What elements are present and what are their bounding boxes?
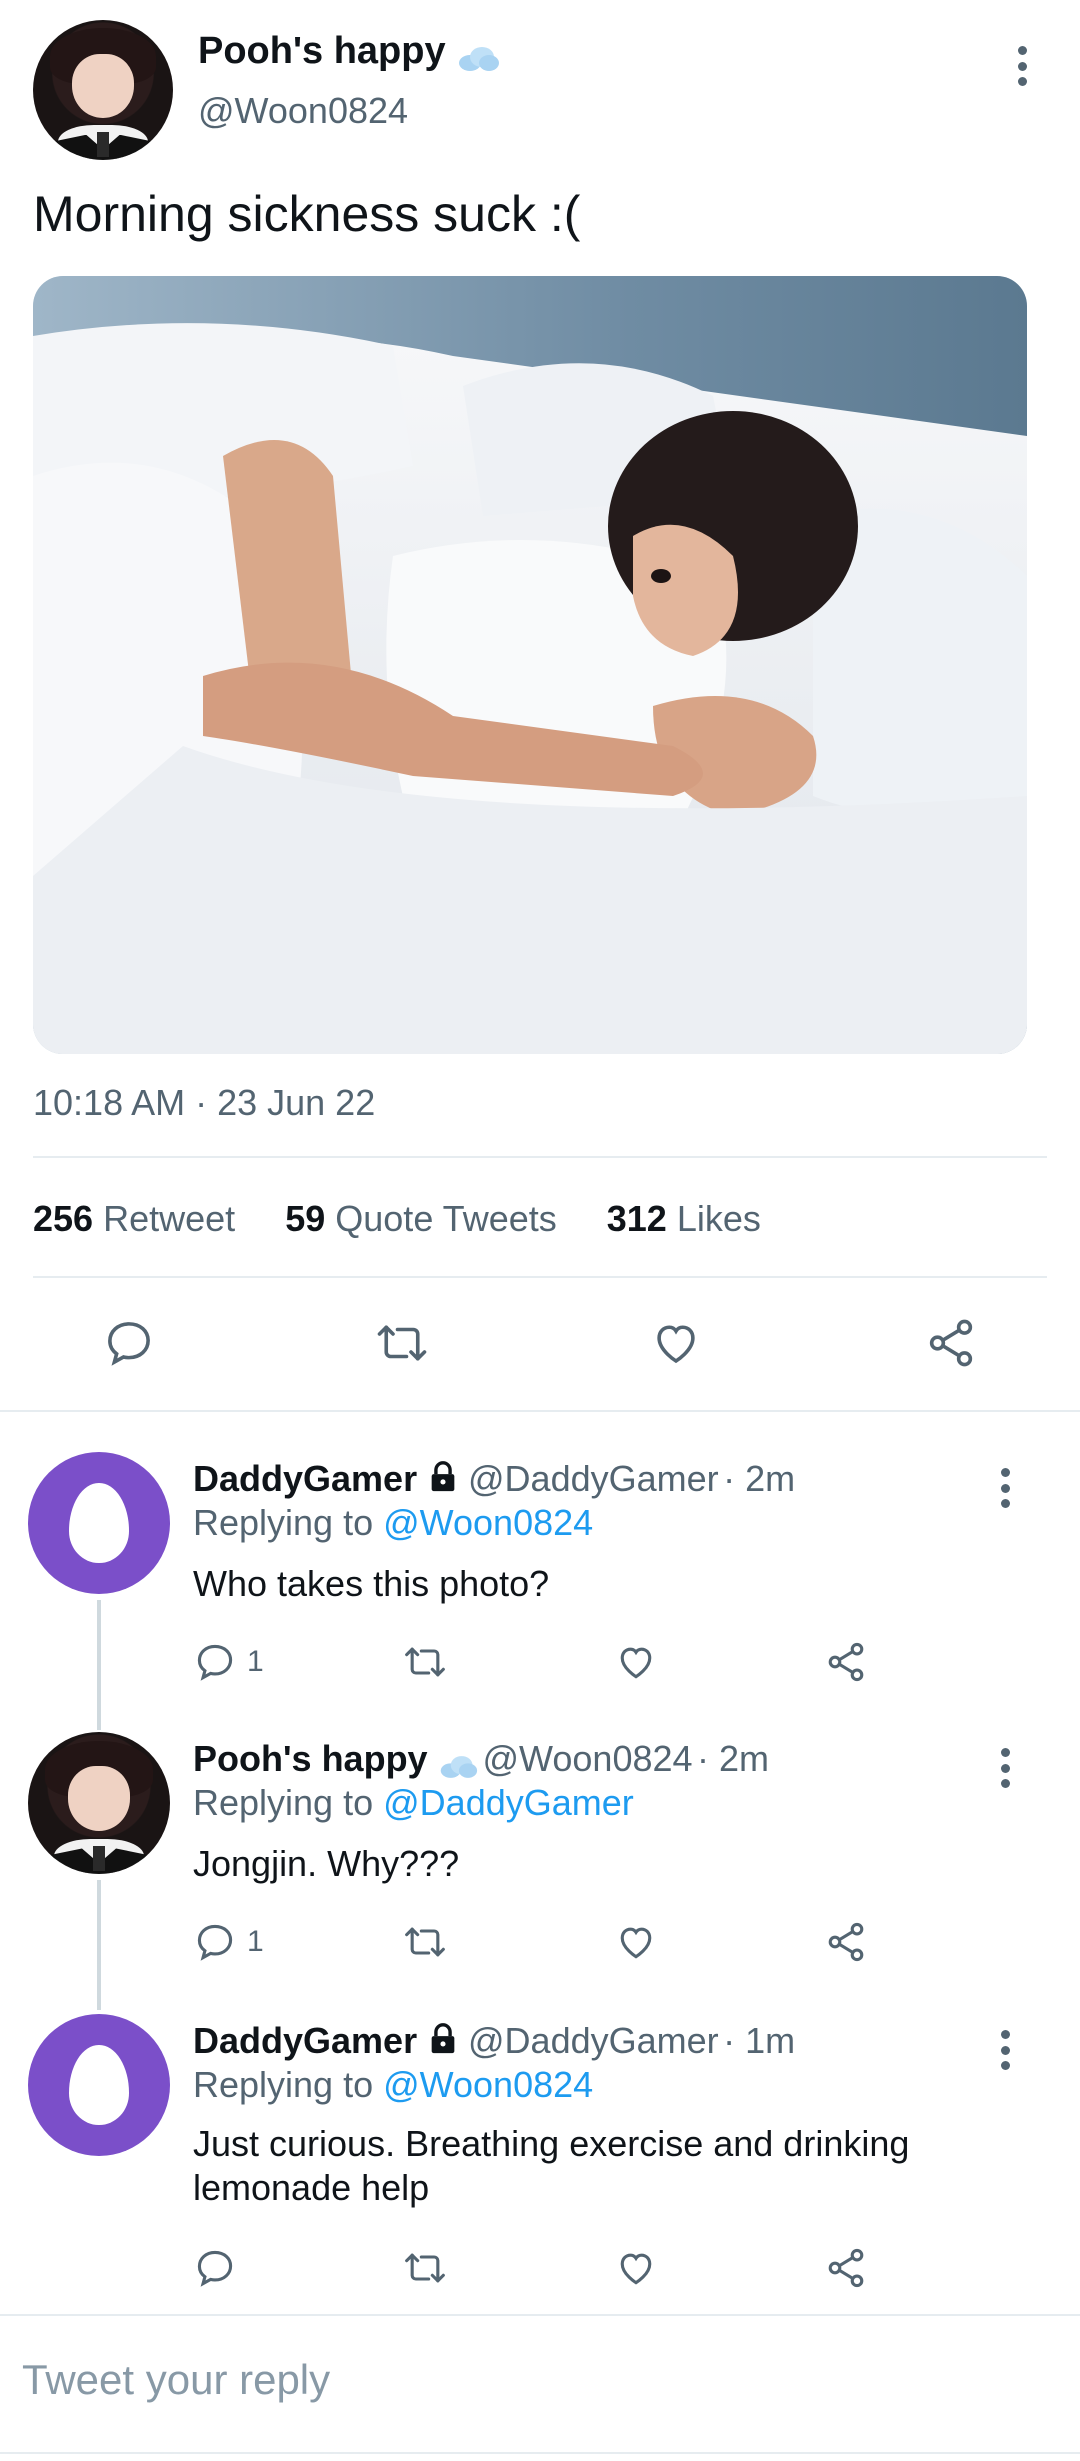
retweets-stat[interactable]: 256 Retweet <box>33 1198 235 1239</box>
reply-author-name[interactable]: Pooh's happy <box>193 1738 428 1779</box>
more-options-icon[interactable] <box>1002 36 1042 96</box>
divider <box>33 1276 1047 1278</box>
reply-text: Who takes this photo? <box>193 1563 550 1604</box>
reply-text-line: lemonade help <box>193 2167 430 2208</box>
replying-to-link[interactable]: @Woon0824 <box>383 1502 593 1543</box>
tweet-photo[interactable] <box>33 276 1027 1054</box>
reply-count: 1 <box>247 1645 264 1678</box>
author-name[interactable]: Pooh's happy <box>198 30 446 72</box>
replying-to-link[interactable]: @DaddyGamer <box>383 1782 634 1823</box>
cloud-icon <box>456 46 500 72</box>
reply-icon <box>193 1640 237 1684</box>
retweet-icon[interactable] <box>402 2246 448 2290</box>
tweet-timestamp[interactable]: 10:18 AM · 23 Jun 22 <box>33 1082 375 1124</box>
reply-time: · 1m <box>723 2020 796 2061</box>
more-options-icon[interactable] <box>985 1738 1025 1798</box>
replying-to: Replying to @Woon0824 <box>193 1502 594 1543</box>
reply-icon[interactable] <box>102 1316 156 1370</box>
more-options-icon[interactable] <box>985 2020 1025 2080</box>
reply-author-name[interactable]: DaddyGamer <box>193 2020 417 2061</box>
thread-line <box>97 1880 101 2010</box>
like-icon[interactable] <box>614 1920 658 1964</box>
author-avatar[interactable] <box>33 20 173 160</box>
reply-time: · 2m <box>723 1458 796 1499</box>
lock-icon <box>426 2022 460 2061</box>
author-handle[interactable]: @Woon0824 <box>198 90 408 132</box>
likes-stat[interactable]: 312 Likes <box>607 1198 761 1239</box>
replying-to: Replying to @Woon0824 <box>193 2064 594 2105</box>
author-name-row[interactable]: Pooh's happy <box>198 30 500 73</box>
reply-text-line: Just curious. Breathing exercise and dri… <box>193 2123 910 2164</box>
reply-icon[interactable] <box>193 2246 237 2290</box>
reply-header: DaddyGamer @DaddyGamer · 2m <box>193 1458 795 1500</box>
share-icon[interactable] <box>824 2246 868 2290</box>
reply-text: Jongjin. Why??? <box>193 1843 460 1884</box>
reply-time: · 2m <box>696 1738 769 1779</box>
thread-line <box>97 1600 101 1730</box>
share-icon[interactable] <box>924 1316 978 1370</box>
reply-avatar[interactable] <box>28 2014 170 2156</box>
share-icon[interactable] <box>824 1640 868 1684</box>
retweet-icon[interactable] <box>402 1640 448 1684</box>
replying-to-link[interactable]: @Woon0824 <box>383 2064 593 2105</box>
reply-input[interactable]: Tweet your reply <box>22 2356 1052 2404</box>
like-icon[interactable] <box>614 1640 658 1684</box>
tweet-stats: 256 Retweet 59 Quote Tweets 312 Likes <box>33 1198 761 1240</box>
reply-avatar[interactable] <box>28 1452 170 1594</box>
reply-button[interactable]: 1 <box>193 1640 264 1684</box>
retweet-icon[interactable] <box>402 1920 448 1964</box>
replying-to: Replying to @DaddyGamer <box>193 1782 634 1823</box>
divider <box>0 2452 1080 2454</box>
divider <box>33 1156 1047 1158</box>
more-options-icon[interactable] <box>985 1458 1025 1518</box>
like-icon[interactable] <box>649 1316 703 1370</box>
lock-icon <box>426 1460 460 1499</box>
reply-text: Just curious. Breathing exercise and dri… <box>193 2122 909 2210</box>
reply-header: DaddyGamer @DaddyGamer · 1m <box>193 2020 795 2062</box>
reply-count: 1 <box>247 1925 264 1958</box>
quotes-stat[interactable]: 59 Quote Tweets <box>285 1198 557 1239</box>
cloud-icon <box>438 1755 478 1779</box>
reply-author-name[interactable]: DaddyGamer <box>193 1458 417 1499</box>
divider <box>0 1410 1080 1412</box>
reply-author-handle[interactable]: @DaddyGamer <box>468 1458 719 1499</box>
retweet-icon[interactable] <box>374 1316 430 1370</box>
reply-avatar[interactable] <box>28 1732 170 1874</box>
reply-author-handle[interactable]: @Woon0824 <box>483 1738 693 1779</box>
divider <box>0 2314 1080 2316</box>
reply-header: Pooh's happy @Woon0824 · 2m <box>193 1738 769 1780</box>
reply-author-handle[interactable]: @DaddyGamer <box>468 2020 719 2061</box>
reply-icon <box>193 1920 237 1964</box>
share-icon[interactable] <box>824 1920 868 1964</box>
like-icon[interactable] <box>614 2246 658 2290</box>
reply-button[interactable]: 1 <box>193 1920 264 1964</box>
tweet-text: Morning sickness suck :( <box>33 186 581 242</box>
